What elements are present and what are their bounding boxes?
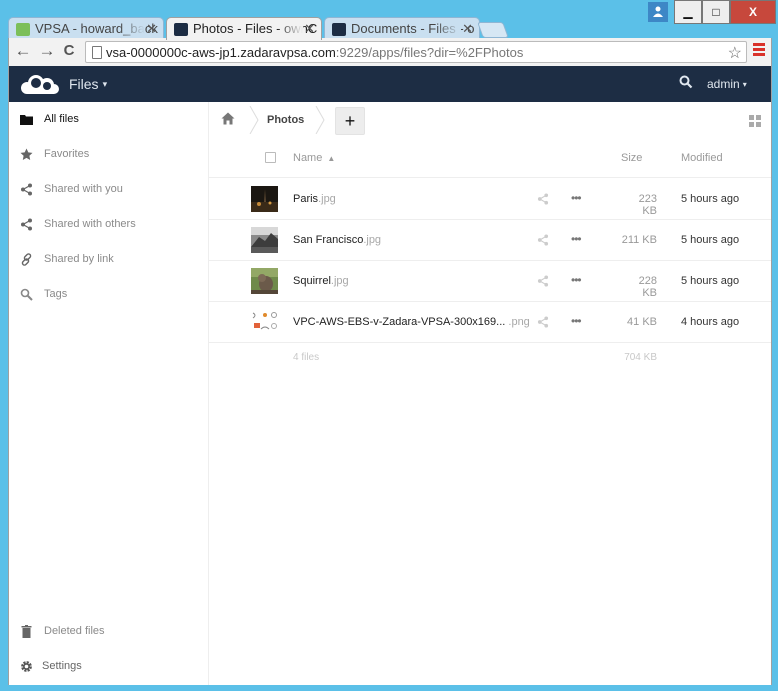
table-row[interactable]: Paris.jpg ••• 223 KB 5 hours ago [209, 179, 771, 220]
browser-window: VPSA - howard_back ✕ Photos - Files - ow… [0, 0, 778, 691]
sidebar-item-all-files[interactable]: All files [9, 102, 208, 136]
page-icon [92, 46, 102, 59]
breadcrumb-separator-icon [249, 106, 259, 134]
file-summary: 4 files 704 KB [209, 342, 771, 372]
more-actions-icon[interactable]: ••• [571, 191, 582, 205]
minimize-button[interactable]: ▁ [674, 0, 702, 24]
vpsa-favicon-icon [16, 23, 30, 36]
sort-ascending-icon: ▲ [327, 154, 336, 163]
sidebar-item-deleted-files[interactable]: Deleted files [9, 614, 208, 648]
app-menu[interactable]: Files ▾ [69, 76, 107, 92]
sidebar-item-favorites[interactable]: Favorites [9, 137, 208, 171]
close-tab-icon[interactable]: ✕ [462, 21, 473, 37]
more-actions-icon[interactable]: ••• [571, 273, 582, 287]
file-size: 223 KB [638, 193, 657, 217]
settings-button[interactable]: Settings [9, 649, 208, 683]
share-icon[interactable] [537, 316, 549, 328]
new-tab-button[interactable] [477, 22, 509, 38]
maximize-button[interactable]: □ [702, 0, 730, 24]
sidebar-item-shared-by-link[interactable]: Shared by link [9, 242, 208, 276]
table-row[interactable]: Squirrel.jpg ••• 228 KB 5 hours ago [209, 261, 771, 302]
file-size: 41 KB [627, 316, 657, 328]
file-thumbnail[interactable] [251, 186, 278, 212]
caret-down-icon: ▾ [102, 79, 108, 89]
breadcrumb-photos[interactable]: Photos [267, 114, 304, 126]
new-button[interactable]: + [335, 107, 365, 135]
reload-icon[interactable]: C [59, 41, 79, 61]
file-modified: 5 hours ago [681, 275, 740, 287]
sidebar-item-tags[interactable]: Tags [9, 277, 208, 311]
file-size: 211 KB [621, 234, 657, 246]
sidebar-item-shared-with-others[interactable]: Shared with others [9, 207, 208, 241]
sort-by-modified[interactable]: Modified [681, 152, 723, 164]
owncloud-logo-icon[interactable] [19, 73, 61, 95]
breadcrumb-separator-icon [315, 106, 325, 134]
file-modified: 4 hours ago [681, 316, 740, 328]
more-actions-icon[interactable]: ••• [571, 314, 582, 328]
table-row[interactable]: San Francisco.jpg ••• 211 KB 5 hours ago [209, 220, 771, 261]
close-tab-icon[interactable]: ✕ [146, 21, 157, 37]
share-icon [21, 218, 32, 231]
breadcrumb: Photos + [209, 102, 771, 138]
link-icon [21, 253, 32, 266]
grid-view-icon[interactable] [749, 115, 761, 127]
tab-vpsa[interactable]: VPSA - howard_back ✕ [8, 17, 164, 40]
file-name[interactable]: Squirrel.jpg [293, 275, 349, 287]
share-icon[interactable] [537, 275, 549, 287]
browser-toolbar: ← → C vsa-0000000c-aws-jp1.zadaravpsa.co… [8, 38, 772, 66]
owncloud-favicon-icon [174, 23, 188, 36]
tag-search-icon [20, 288, 33, 301]
share-icon[interactable] [537, 193, 549, 205]
app-header: Files ▾ admin ▾ [9, 66, 771, 102]
tab-strip: VPSA - howard_back ✕ Photos - Files - ow… [8, 12, 648, 40]
url-text[interactable]: vsa-0000000c-aws-jp1.zadaravpsa.com:9229… [106, 45, 523, 60]
file-thumbnail[interactable] [251, 309, 278, 335]
sort-by-name[interactable]: Name ▲ [293, 152, 335, 164]
file-count: 4 files [293, 352, 320, 363]
search-icon[interactable] [679, 75, 693, 89]
select-all-checkbox[interactable] [265, 152, 276, 163]
sidebar: All files Favorites Shared with you Shar… [9, 102, 209, 685]
owncloud-page: Files ▾ admin ▾ All files Favorites Shar… [8, 66, 772, 685]
table-row[interactable]: VPC-AWS-EBS-v-Zadara-VPSA-300x169... .pn… [209, 302, 771, 343]
trash-icon [21, 625, 32, 638]
forward-arrow-icon[interactable]: → [37, 41, 57, 61]
owncloud-favicon-icon [332, 23, 346, 36]
star-icon [20, 148, 33, 160]
file-thumbnail[interactable] [251, 268, 278, 294]
user-menu[interactable]: admin ▾ [707, 77, 747, 91]
total-size: 704 KB [624, 352, 657, 363]
tab-documents[interactable]: Documents - Files - o ✕ [324, 17, 480, 40]
file-thumbnail[interactable] [251, 227, 278, 253]
menu-icon[interactable] [753, 43, 765, 58]
file-size: 228 KB [638, 275, 657, 299]
file-name[interactable]: San Francisco.jpg [293, 234, 381, 246]
folder-icon [20, 115, 33, 125]
more-actions-icon[interactable]: ••• [571, 232, 582, 246]
address-bar[interactable]: vsa-0000000c-aws-jp1.zadaravpsa.com:9229… [85, 41, 747, 63]
bookmark-star-icon[interactable]: ☆ [728, 43, 742, 63]
file-name[interactable]: Paris.jpg [293, 193, 336, 205]
back-arrow-icon[interactable]: ← [13, 41, 33, 61]
share-icon [21, 183, 32, 196]
sort-by-size[interactable]: Size [621, 152, 642, 164]
home-icon[interactable] [221, 112, 235, 125]
close-tab-icon[interactable]: ✕ [304, 21, 315, 37]
file-name[interactable]: VPC-AWS-EBS-v-Zadara-VPSA-300x169... .pn… [293, 316, 530, 328]
file-modified: 5 hours ago [681, 193, 740, 205]
file-list-header: Name ▲ Size Modified [209, 138, 771, 178]
sidebar-item-shared-with-you[interactable]: Shared with you [9, 172, 208, 206]
gear-icon [21, 661, 32, 672]
tab-photos[interactable]: Photos - Files - ownC ✕ [166, 17, 322, 40]
username: admin [707, 77, 740, 91]
file-modified: 5 hours ago [681, 234, 740, 246]
caret-down-icon: ▾ [742, 80, 747, 89]
share-icon[interactable] [537, 234, 549, 246]
close-window-button[interactable]: X [730, 0, 776, 24]
user-profile-icon[interactable] [648, 2, 668, 22]
